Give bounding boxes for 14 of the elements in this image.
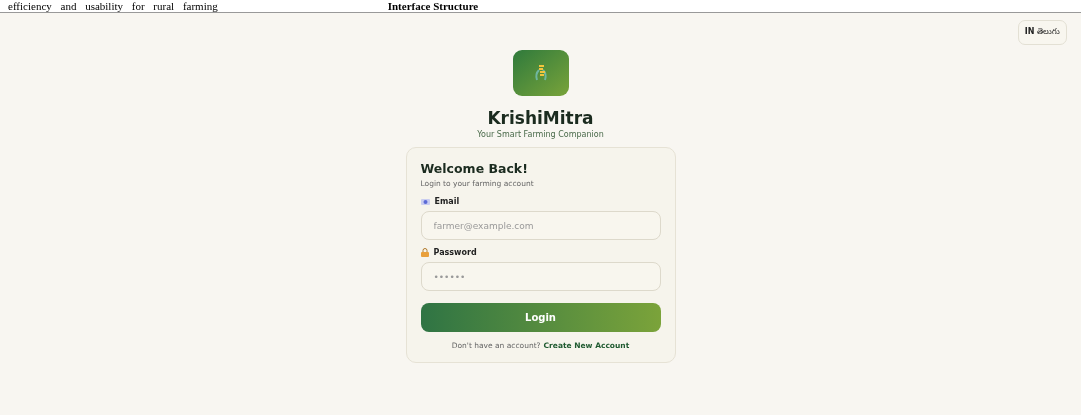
language-button[interactable]: IN తెలుగు xyxy=(1017,20,1067,45)
app-tagline: Your Smart Farming Companion xyxy=(477,130,604,139)
dot-icon xyxy=(420,198,430,205)
field-label: Password xyxy=(433,248,477,257)
field-label: Email xyxy=(434,197,460,206)
app-title: KrishiMitra xyxy=(487,108,594,128)
email-field[interactable]: farmer@example.com xyxy=(420,211,661,240)
document-heading: Interface Structure xyxy=(387,0,479,12)
logo-icon xyxy=(512,50,569,96)
card-title: Welcome Back! xyxy=(420,161,529,176)
document-text: efficiency and usability for rural farming xyxy=(8,0,218,12)
login-button[interactable]: Login xyxy=(420,303,661,332)
password-field[interactable]: •••••• xyxy=(420,262,661,291)
lock-icon xyxy=(420,248,429,257)
